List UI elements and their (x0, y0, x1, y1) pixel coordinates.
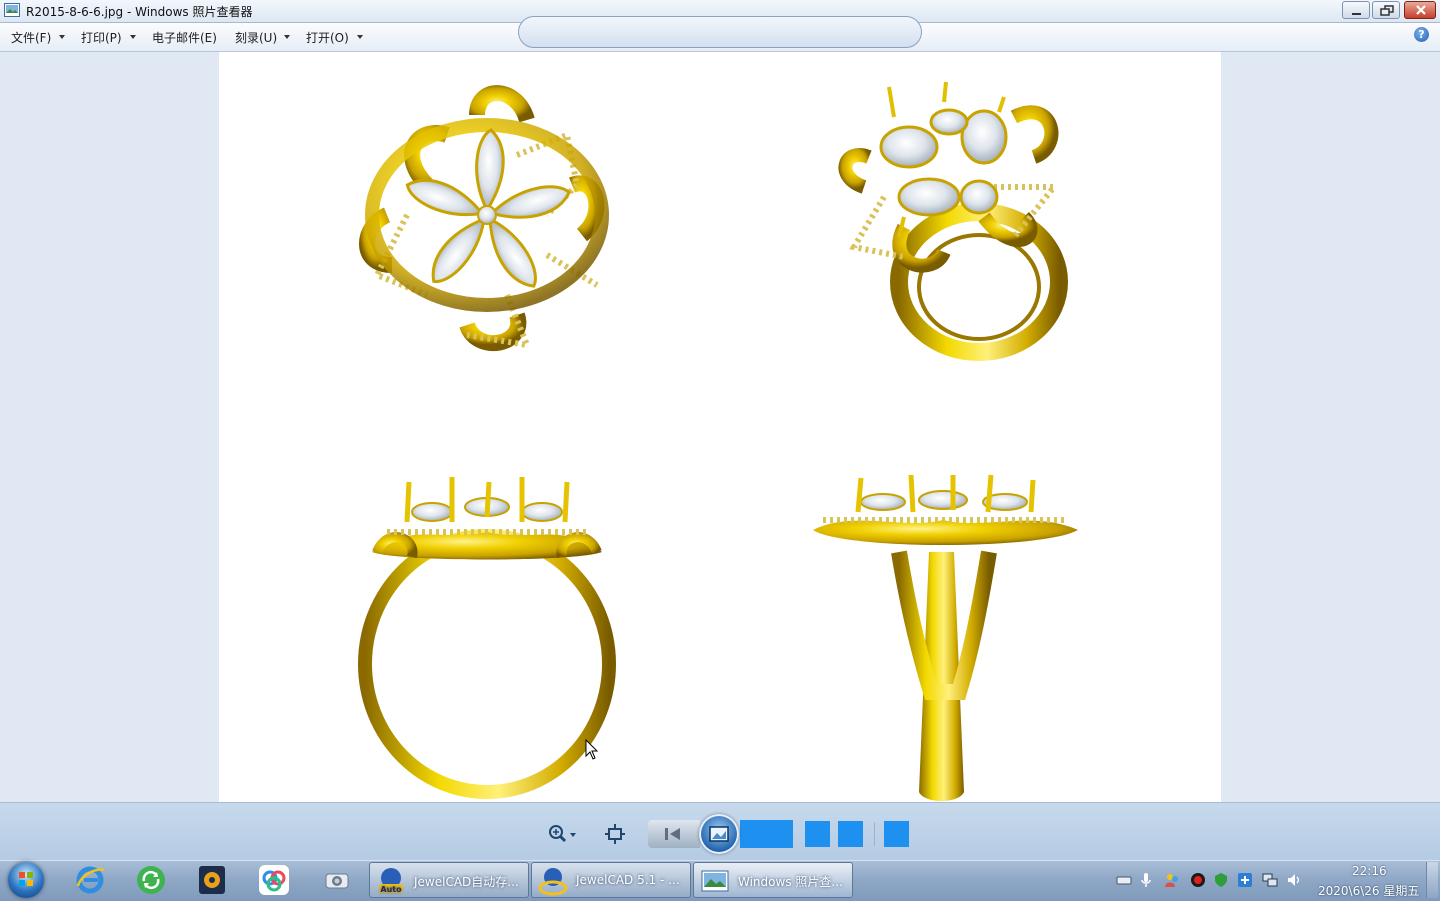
record-icon[interactable] (1190, 872, 1206, 888)
people-icon[interactable] (1164, 872, 1180, 888)
show-desktop-button[interactable] (1426, 862, 1438, 898)
internet-explorer-icon[interactable] (74, 864, 106, 896)
volume-icon[interactable] (1286, 872, 1302, 888)
menu-file[interactable]: 文件(F) (11, 29, 51, 46)
rotate-left-icon (805, 821, 830, 847)
chevron-down-icon[interactable] (130, 35, 136, 39)
menu-email[interactable]: 电子邮件(E) (152, 29, 217, 46)
green-refresh-app-icon[interactable] (135, 864, 167, 896)
task-label: Windows 照片查... (738, 875, 843, 889)
jewelcad-auto-icon: Auto (379, 868, 403, 894)
svg-text:Auto: Auto (380, 885, 402, 894)
clock-time[interactable]: 22:16 (1352, 864, 1387, 878)
next-button[interactable] (740, 820, 793, 848)
help-icon[interactable]: ? (1414, 27, 1429, 42)
menu-open[interactable]: 打开(O) (306, 29, 349, 46)
ring-front-view (358, 477, 616, 799)
image-viewport (0, 52, 1440, 802)
rotate-right-button[interactable] (838, 821, 863, 847)
next-icon (740, 820, 793, 848)
media-player-icon[interactable] (196, 864, 228, 896)
start-button[interactable] (8, 862, 44, 898)
rotate-left-button[interactable] (805, 821, 830, 847)
chevron-down-icon[interactable] (284, 35, 290, 39)
network-app-icon[interactable] (1237, 872, 1253, 888)
previous-icon (665, 828, 680, 840)
clock-date[interactable]: 2020\6\26 星期五 (1318, 882, 1419, 899)
network-icon[interactable] (1262, 872, 1278, 888)
displayed-photo (219, 52, 1221, 802)
fit-window-icon[interactable] (604, 823, 626, 845)
close-button[interactable] (1404, 1, 1436, 19)
close-icon (1416, 5, 1426, 15)
minimize-icon (1352, 13, 1361, 15)
jewelcad-icon (538, 868, 568, 896)
restore-button[interactable] (1372, 1, 1400, 19)
zoom-icon[interactable] (546, 822, 578, 846)
task-jewelcad-autosave[interactable]: Auto JewelCAD自动存... (369, 862, 529, 898)
ring-render-image (358, 81, 1078, 801)
ring-top-view (359, 85, 609, 351)
slideshow-icon (709, 826, 729, 842)
delete-button[interactable] (884, 821, 909, 847)
menu-burn[interactable]: 刻录(U) (235, 29, 277, 46)
photo-viewer-icon (701, 870, 729, 892)
chevron-down-icon[interactable] (59, 35, 65, 39)
minimize-button[interactable] (1342, 1, 1370, 19)
windows-logo-icon (19, 872, 33, 886)
task-jewelcad[interactable]: JewelCAD 5.1 - ... (531, 862, 691, 898)
menu-print[interactable]: 打印(P) (81, 29, 122, 46)
cloud-app-icon[interactable] (258, 864, 290, 896)
scanner-app-icon[interactable] (320, 864, 352, 896)
task-photo-viewer[interactable]: Windows 照片查... (693, 862, 853, 898)
slideshow-button[interactable] (699, 814, 739, 854)
control-separator (874, 822, 875, 846)
microphone-icon[interactable] (1138, 872, 1154, 888)
ring-perspective-view (838, 81, 1068, 361)
rotate-right-icon (838, 821, 863, 847)
delete-icon (884, 821, 909, 847)
mouse-cursor-icon (585, 739, 599, 760)
task-label: JewelCAD 5.1 - ... (576, 873, 680, 887)
chevron-down-icon[interactable] (357, 35, 363, 39)
keyboard-icon[interactable] (1116, 872, 1132, 888)
security-icon[interactable] (1213, 872, 1229, 888)
window-title: R2015-8-6-6.jpg - Windows 照片查看器 (26, 5, 253, 19)
photo-viewer-icon (4, 3, 20, 17)
task-label: JewelCAD自动存... (414, 875, 519, 889)
playback-controls (518, 16, 922, 48)
ring-side-view (813, 474, 1078, 801)
restore-icon (1380, 5, 1394, 16)
previous-button[interactable] (648, 820, 700, 848)
